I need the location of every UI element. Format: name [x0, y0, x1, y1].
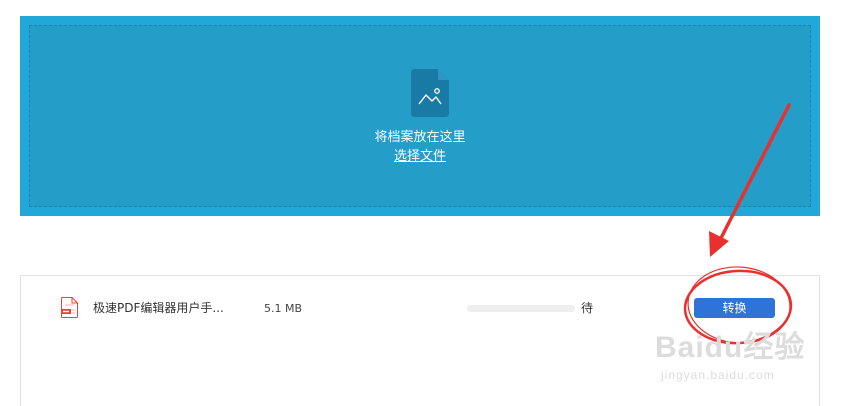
convert-button[interactable]: 转换: [694, 298, 775, 318]
dropzone-inner[interactable]: 将档案放在这里 选择文件: [29, 25, 811, 207]
baidu-watermark: Baidu经验 jingyan.baidu.com: [655, 330, 815, 390]
conversion-progress-bar: [467, 305, 575, 312]
upload-dropzone[interactable]: 将档案放在这里 选择文件: [20, 16, 820, 216]
status-text: 待: [581, 301, 594, 315]
file-size: 5.1 MB: [264, 302, 303, 315]
watermark-logo: Baidu经验: [655, 331, 806, 364]
choose-file-row: 选择文件: [30, 148, 810, 166]
converter-page: 将档案放在这里 选择文件 极速PDF编辑器用户手... 5.1 MB 待 转换 …: [0, 0, 858, 406]
choose-file-link[interactable]: 选择文件: [394, 149, 446, 164]
image-file-icon: [411, 69, 449, 117]
pdf-file-icon: [61, 297, 78, 318]
file-name: 极速PDF编辑器用户手...: [93, 301, 224, 315]
drop-instruction: 将档案放在这里: [374, 130, 466, 145]
file-list-item: 极速PDF编辑器用户手... 5.1 MB 待 转换: [21, 276, 821, 338]
watermark-url: jingyan.baidu.com: [661, 368, 775, 382]
